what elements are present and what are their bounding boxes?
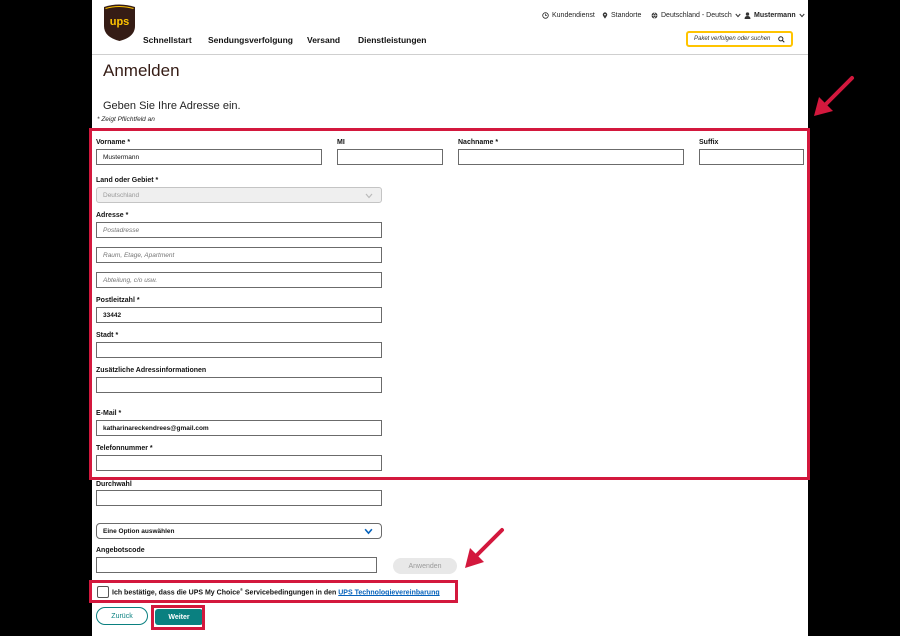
user-name: Mustermann [754, 12, 796, 19]
ups-logo[interactable]: ups [103, 4, 136, 42]
clock-icon [542, 12, 549, 19]
option-select-value: Eine Option auswählen [103, 527, 175, 535]
arrow-annotation-icon [814, 76, 854, 116]
nav-versand[interactable]: Versand [307, 35, 340, 45]
required-field-note: * Zeigt Pflichtfeld an [97, 116, 155, 123]
arrow-annotation-icon [465, 528, 504, 568]
nav-sendungsverfolgung[interactable]: Sendungsverfolgung [208, 35, 293, 45]
user-icon [744, 12, 751, 19]
promo-code-field[interactable] [96, 557, 377, 573]
location-pin-icon [602, 12, 608, 19]
globe-icon [651, 12, 658, 19]
user-menu[interactable]: Mustermann [744, 12, 805, 19]
logo-text: ups [110, 16, 130, 28]
customer-service-label: Kundendienst [552, 12, 595, 19]
locations-link[interactable]: Standorte [602, 12, 641, 19]
search-placeholder: Paket verfolgen oder suchen [694, 36, 771, 42]
customer-service-link[interactable]: Kundendienst [542, 12, 595, 19]
tracking-search-input[interactable]: Paket verfolgen oder suchen [686, 31, 793, 47]
search-icon[interactable] [778, 36, 785, 43]
extension-label: Durchwahl [96, 481, 132, 488]
next-highlight-box [151, 605, 205, 630]
consent-highlight-box [89, 580, 458, 603]
chevron-down-icon [799, 13, 805, 18]
language-label: Deutschland - Deutsch [661, 12, 732, 19]
chevron-down-icon [364, 528, 373, 535]
extension-field[interactable] [96, 490, 382, 506]
locations-label: Standorte [611, 12, 642, 19]
chevron-down-icon [735, 13, 741, 18]
apply-button[interactable]: Anwenden [393, 558, 457, 574]
nav-schnellstart[interactable]: Schnellstart [143, 35, 192, 45]
option-select[interactable]: Eine Option auswählen [96, 523, 382, 539]
promo-code-label: Angebotscode [96, 547, 145, 554]
header-divider [92, 54, 808, 55]
form-highlight-box [89, 128, 810, 480]
page-title: Anmelden [103, 61, 180, 80]
language-selector[interactable]: Deutschland - Deutsch [651, 12, 741, 19]
back-button[interactable]: Zurück [96, 607, 148, 625]
page-subtitle: Geben Sie Ihre Adresse ein. [103, 100, 241, 112]
nav-dienstleistungen[interactable]: Dienstleistungen [358, 35, 426, 45]
